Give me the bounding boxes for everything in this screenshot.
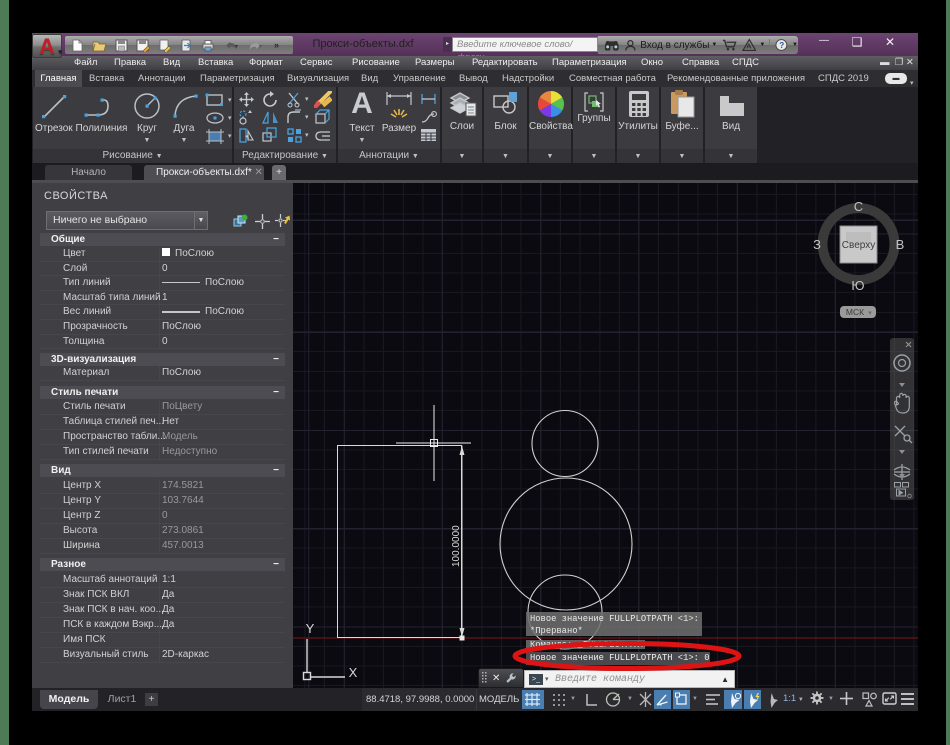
svg-text:В: В bbox=[896, 237, 905, 252]
svg-text:A: A bbox=[746, 42, 752, 51]
svg-text:▾: ▾ bbox=[868, 310, 872, 317]
svg-text:З: З bbox=[813, 237, 821, 252]
svg-text:Y: Y bbox=[306, 621, 315, 636]
svg-text:Сверху: Сверху bbox=[842, 240, 875, 251]
svg-text:Ю: Ю bbox=[851, 278, 864, 293]
svg-text:X: X bbox=[349, 665, 358, 680]
svg-text:?: ? bbox=[779, 41, 784, 50]
svg-text:100.0000: 100.0000 bbox=[451, 525, 462, 567]
svg-text:С: С bbox=[854, 199, 863, 214]
svg-text:МСК: МСК bbox=[846, 307, 864, 317]
